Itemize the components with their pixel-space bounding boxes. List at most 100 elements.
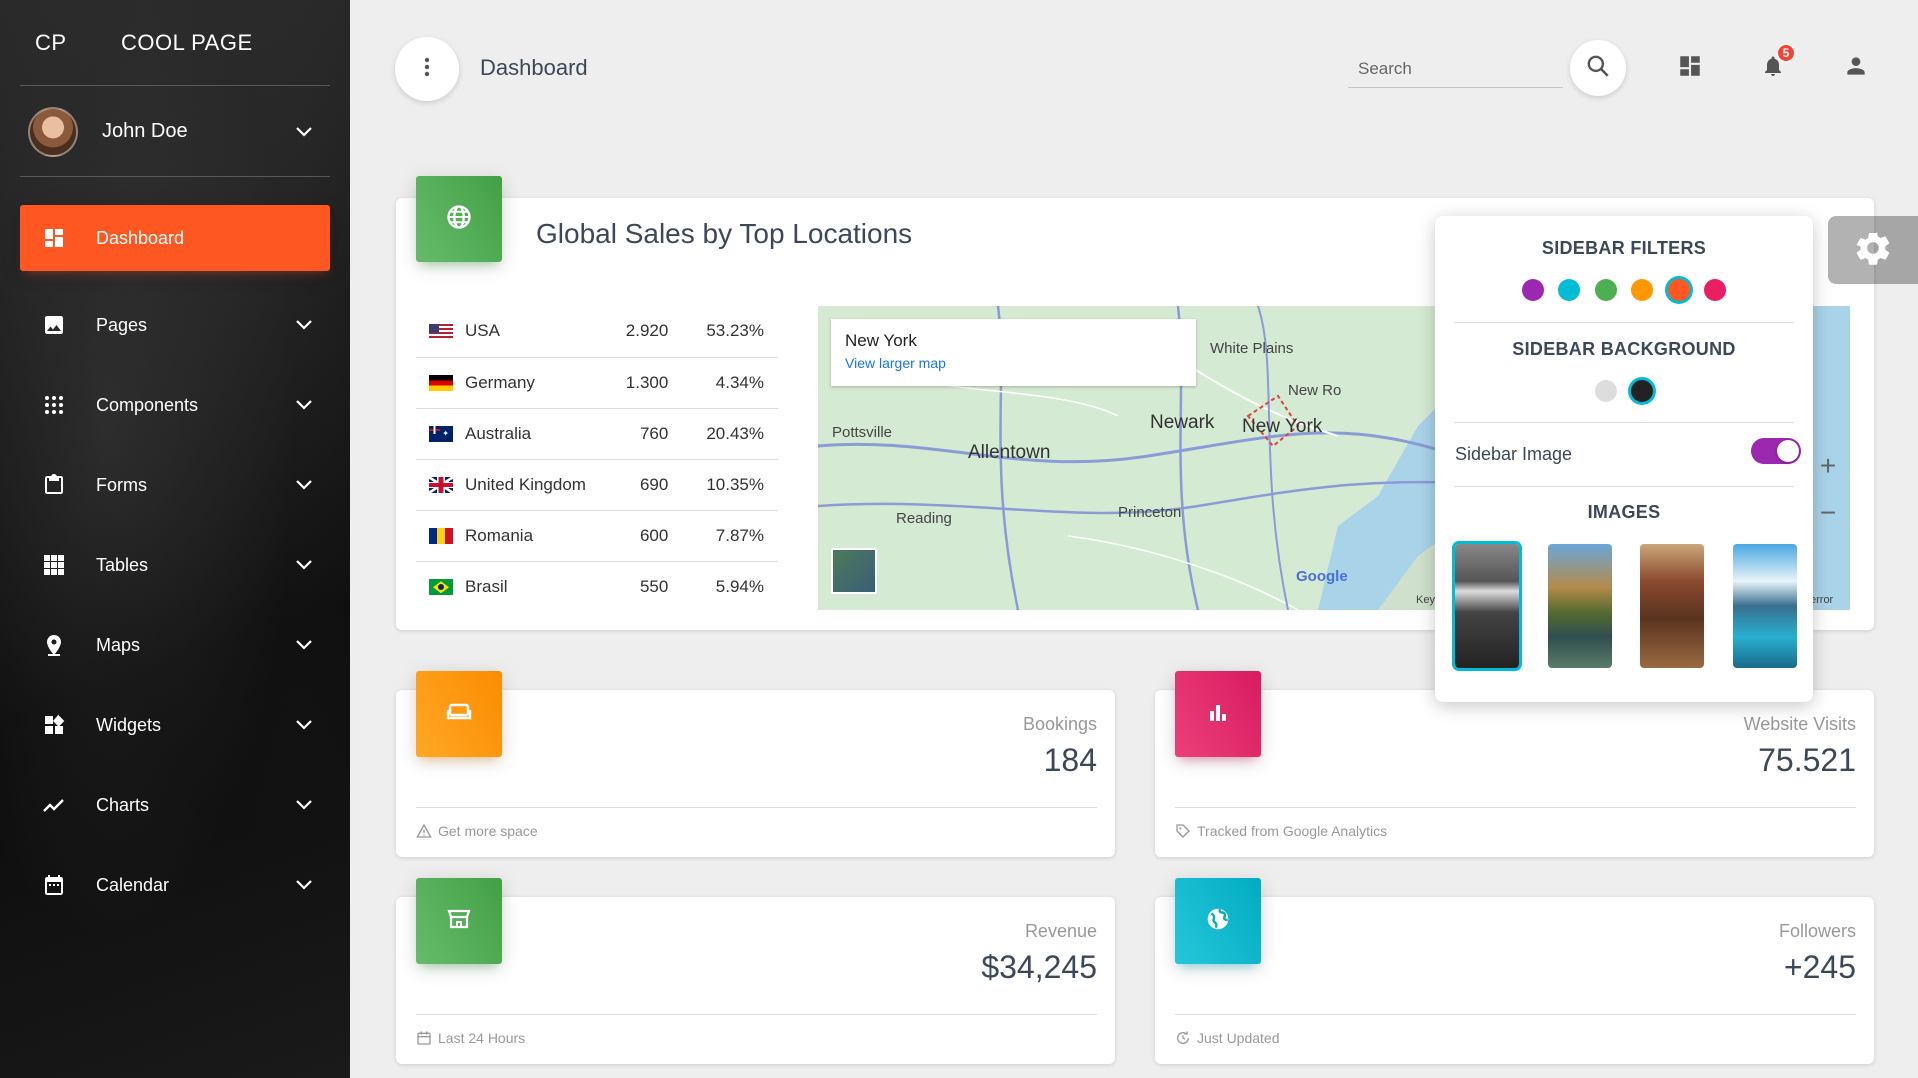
background-swatch-black[interactable]	[1631, 380, 1654, 402]
country-name: Germany	[465, 372, 535, 392]
map-label: Allentown	[968, 442, 1051, 463]
map-label: White Plains	[1210, 340, 1294, 357]
card-header-icon	[416, 671, 502, 757]
view-larger-map-link[interactable]: View larger map	[845, 355, 1182, 371]
sales-value: 1.300	[614, 357, 695, 409]
sidebar-minimize-button[interactable]	[395, 37, 459, 101]
divider	[1454, 422, 1794, 423]
card-title: Global Sales by Top Locations	[536, 218, 913, 249]
sidebar-nav: Dashboard Pages Components Forms Tables …	[20, 205, 330, 925]
stat-footer: Tracked from Google Analytics	[1175, 807, 1856, 839]
search-input[interactable]	[1348, 50, 1563, 87]
stat-value: $34,245	[981, 949, 1097, 985]
sidebar-item-maps[interactable]: Maps	[20, 605, 330, 685]
more-vert-icon	[424, 57, 430, 82]
map-error-link[interactable]: error	[1810, 594, 1833, 606]
sidebar-background-swatches	[1435, 380, 1813, 407]
filter-swatch-purple[interactable]	[1521, 279, 1544, 301]
table-row: Germany 1.300 4.34%	[416, 357, 778, 409]
map-label: New Ro	[1288, 382, 1342, 399]
map-label: Newark	[1150, 412, 1215, 433]
dashboard-link[interactable]	[1672, 50, 1708, 86]
dashboard-icon	[1677, 53, 1703, 84]
sidebar-image-thumb-2[interactable]	[1548, 544, 1612, 668]
stat-footer-link[interactable]: Get more space	[438, 823, 538, 839]
br-flag-icon	[429, 579, 453, 596]
language-icon	[445, 203, 473, 236]
chevron-down-icon	[292, 393, 316, 417]
stat-title: Website Visits	[1743, 714, 1856, 734]
zoom-in-button[interactable]: +	[1820, 450, 1836, 482]
settings-toggle[interactable]	[1828, 216, 1918, 284]
sidebar-image-toggle[interactable]	[1751, 438, 1801, 464]
date-range-icon	[416, 1030, 432, 1046]
sidebar-item-pages[interactable]: Pages	[20, 285, 330, 365]
sales-percent: 5.94%	[715, 576, 764, 596]
chevron-down-icon	[292, 713, 316, 737]
logo-mini[interactable]: CP	[35, 30, 85, 56]
images-title: IMAGES	[1587, 502, 1661, 522]
filter-swatch-green[interactable]	[1594, 279, 1617, 301]
sidebar-logo[interactable]: CP COOL PAGE	[20, 0, 330, 86]
sales-percent: 4.34%	[694, 357, 778, 409]
user-menu[interactable]: John Doe	[20, 87, 330, 177]
notifications-button[interactable]: 5	[1755, 44, 1795, 86]
search-icon	[1585, 53, 1611, 84]
search-button[interactable]	[1570, 40, 1626, 96]
map-keyboard-shortcuts[interactable]: Key	[1416, 594, 1435, 606]
gear-icon	[1853, 228, 1893, 273]
calendar-icon	[40, 871, 68, 899]
sales-value: 690	[614, 459, 695, 511]
sidebar-item-tables[interactable]: Tables	[20, 525, 330, 605]
profile-button[interactable]	[1838, 50, 1874, 86]
logo-text[interactable]: COOL PAGE	[121, 30, 253, 56]
stat-value: +245	[1783, 949, 1856, 985]
chevron-down-icon	[292, 313, 316, 337]
us-flag-icon	[429, 323, 453, 340]
stat-card-revenue: Revenue $34,245 Last 24 Hours	[396, 878, 1115, 1064]
sidebar-background-title: SIDEBAR BACKGROUND	[1512, 339, 1736, 359]
sidebar-image-thumb-1[interactable]	[1455, 544, 1519, 668]
sidebar-item-charts[interactable]: Charts	[20, 765, 330, 845]
public-icon	[1205, 906, 1231, 937]
sidebar-filter-swatches	[1435, 279, 1813, 306]
divider	[1454, 322, 1794, 323]
filter-swatch-azure[interactable]	[1558, 279, 1581, 301]
sidebar-filters-title: SIDEBAR FILTERS	[1541, 238, 1707, 258]
filter-swatch-rose[interactable]	[1704, 279, 1727, 301]
bar-chart-icon	[1207, 702, 1229, 727]
chevron-down-icon	[292, 793, 316, 817]
sales-table: USA 2.920 53.23% Germany 1.300 4.34% ✦ Au…	[416, 306, 778, 612]
sidebar-item-calendar[interactable]: Calendar	[20, 845, 330, 925]
sidebar-item-label: Calendar	[96, 874, 170, 895]
sidebar-image-thumb-3[interactable]	[1640, 544, 1704, 668]
sales-value: 760	[614, 408, 695, 460]
sidebar-item-widgets[interactable]: Widgets	[20, 685, 330, 765]
stat-footer: Get more space	[416, 807, 1097, 839]
sidebar-item-forms[interactable]: Forms	[20, 445, 330, 525]
stat-title: Followers	[1778, 921, 1856, 941]
zoom-out-button[interactable]: −	[1820, 497, 1836, 529]
sidebar-item-dashboard[interactable]: Dashboard	[20, 205, 330, 271]
update-icon	[1175, 1030, 1191, 1046]
chevron-down-icon	[292, 553, 316, 577]
chevron-down-icon	[292, 120, 316, 144]
sidebar-image-thumb-4[interactable]	[1733, 544, 1797, 668]
card-header-icon	[1175, 878, 1261, 964]
map-label: Princeton	[1118, 504, 1182, 521]
table-row: Romania 600 7.87%	[416, 510, 778, 562]
stat-footer: Last 24 Hours	[416, 1014, 1097, 1046]
filter-swatch-orange[interactable]	[1631, 279, 1654, 301]
stat-value: 184	[1043, 742, 1097, 778]
table-row: Brasil 550 5.94%	[416, 561, 778, 612]
filter-swatch-red-orange[interactable]	[1667, 279, 1690, 301]
widgets-icon	[40, 711, 68, 739]
sidebar-item-components[interactable]: Components	[20, 365, 330, 445]
map-label: Reading	[896, 510, 952, 527]
map-label: Pottsville	[832, 424, 893, 441]
uk-flag-icon	[429, 477, 453, 494]
chevron-down-icon	[292, 633, 316, 657]
stat-card-bookings: Bookings 184 Get more space	[396, 671, 1115, 857]
background-swatch-white[interactable]	[1594, 380, 1617, 402]
map-satellite-toggle[interactable]	[831, 548, 877, 594]
